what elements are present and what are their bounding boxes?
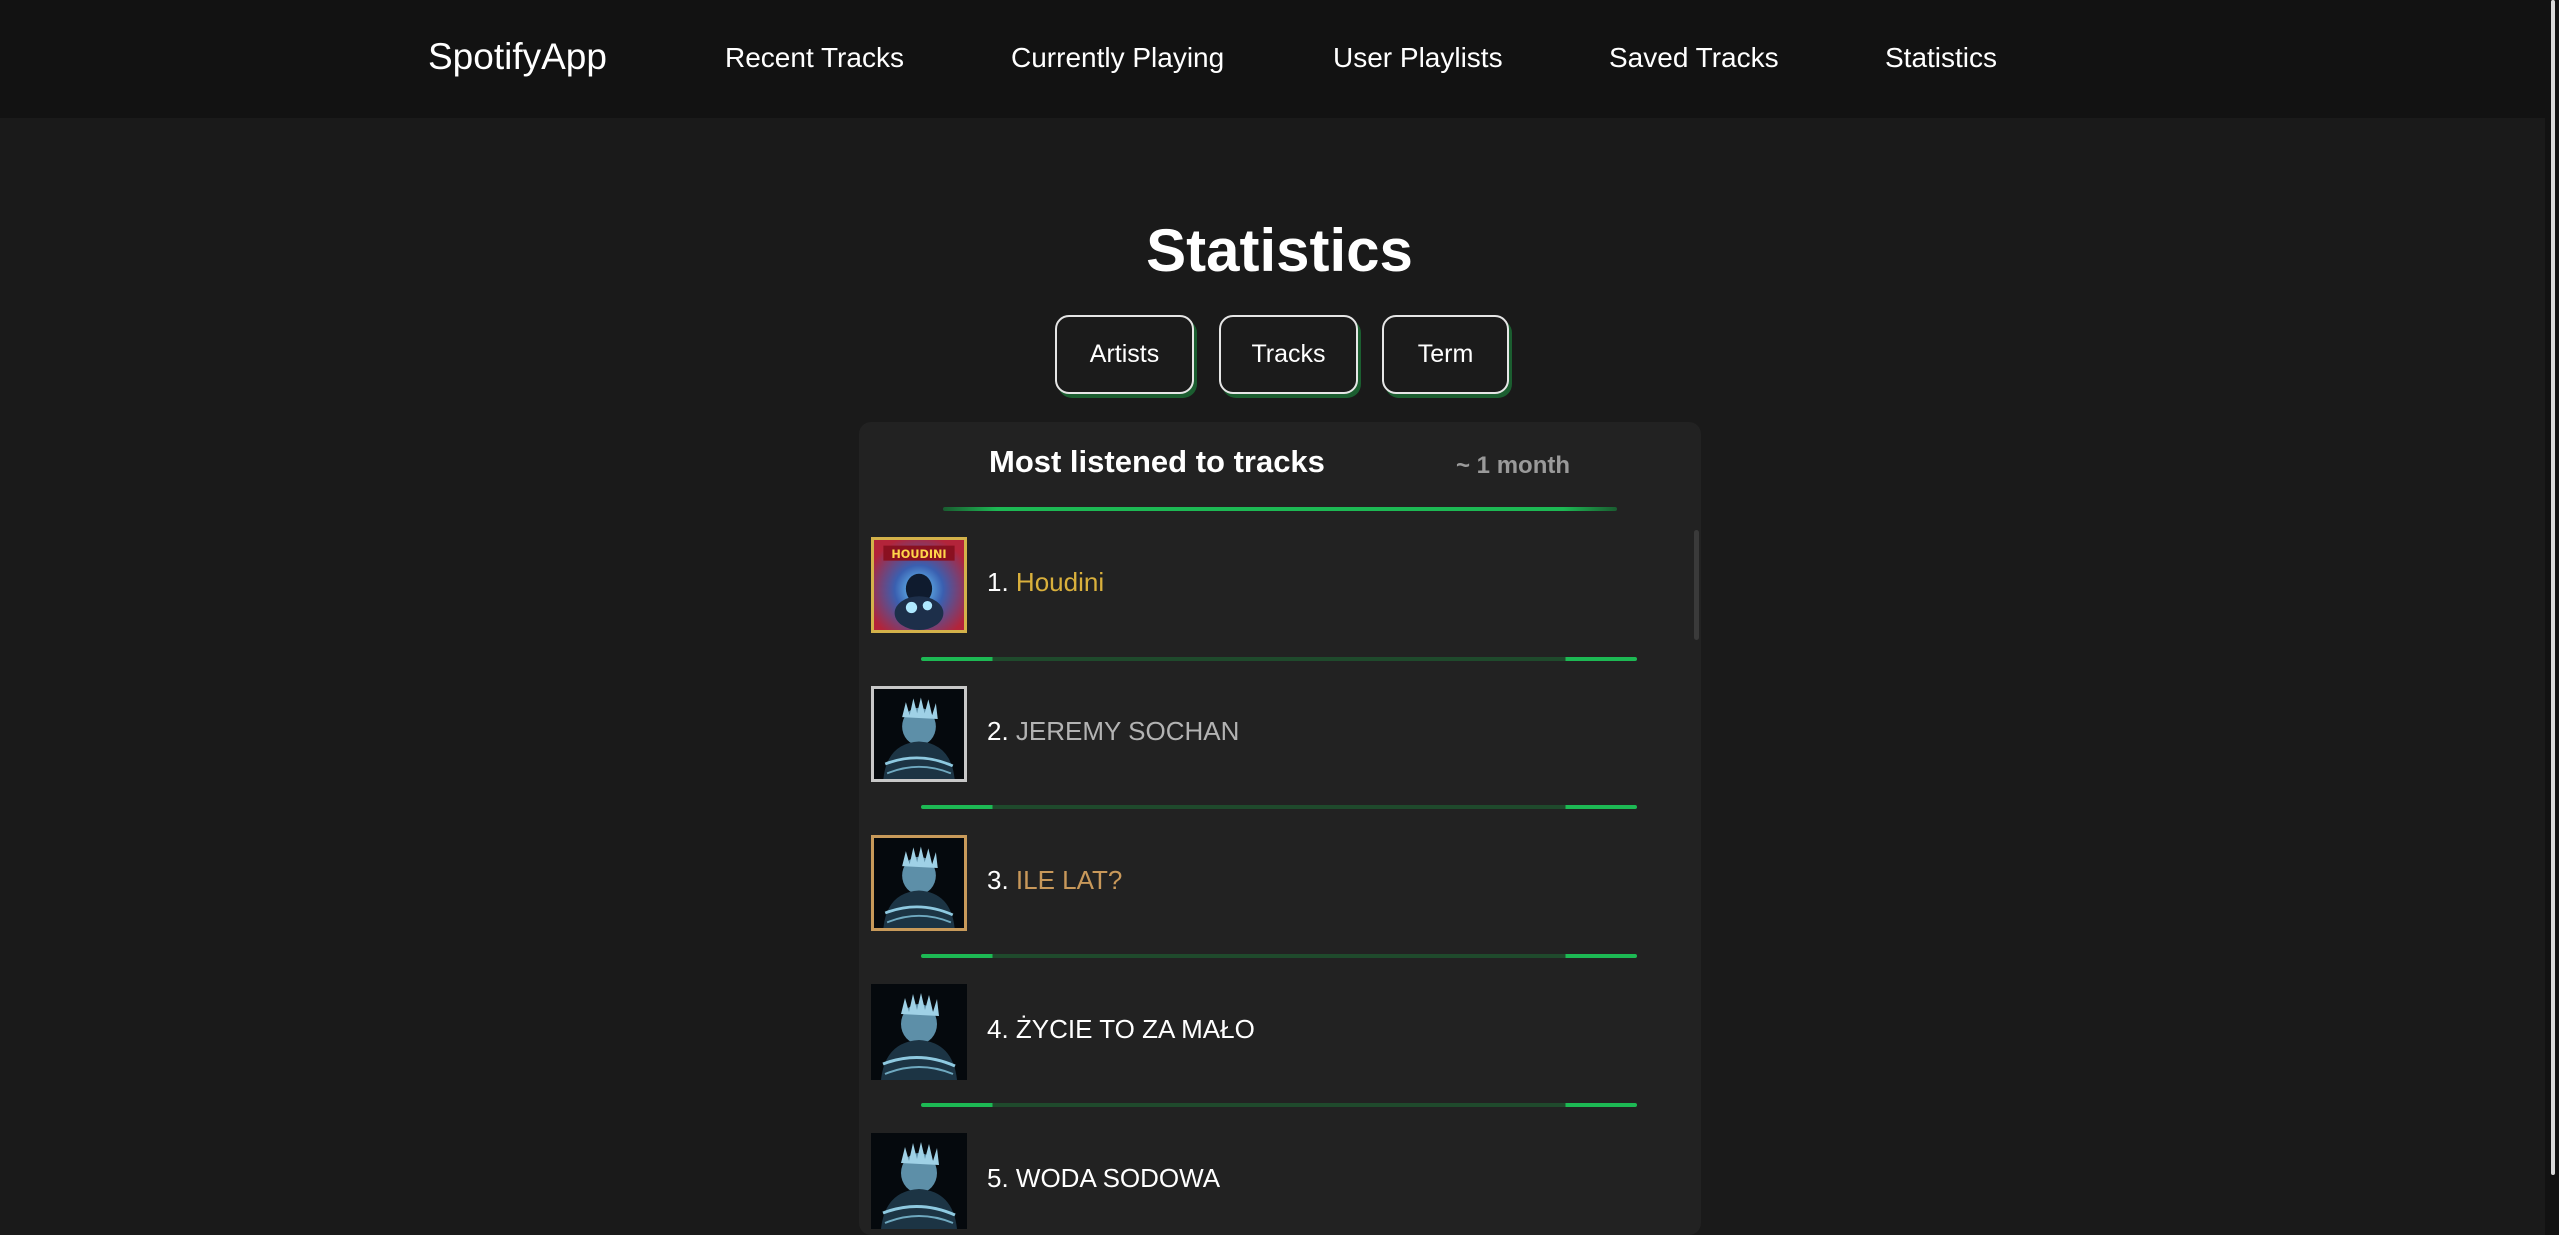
track-name[interactable]: JEREMY SOCHAN bbox=[1016, 716, 1239, 746]
album-cover bbox=[871, 984, 967, 1080]
album-cover: HOUDINI bbox=[871, 537, 967, 633]
page-title: Statistics bbox=[1146, 217, 1413, 284]
list-scrollbar[interactable] bbox=[1694, 530, 1699, 640]
album-cover bbox=[871, 686, 967, 782]
stats-panel: Most listened to tracks ~ 1 month HOUDIN… bbox=[859, 422, 1701, 1235]
track-title: 2. JEREMY SOCHAN bbox=[987, 716, 1239, 747]
track-divider bbox=[921, 805, 1637, 809]
track-title: 1. Houdini bbox=[987, 567, 1104, 598]
svg-text:HOUDINI: HOUDINI bbox=[891, 548, 946, 561]
track-row[interactable]: 3. ILE LAT? bbox=[871, 835, 1671, 933]
top-navbar: SpotifyApp Recent Tracks Currently Playi… bbox=[0, 0, 2545, 118]
track-name[interactable]: WODA SODOWA bbox=[1016, 1163, 1220, 1193]
track-divider bbox=[921, 1103, 1637, 1107]
track-name[interactable]: ŻYCIE TO ZA MAŁO bbox=[1016, 1014, 1255, 1044]
track-rank: 4. bbox=[987, 1014, 1009, 1044]
track-title: 5. WODA SODOWA bbox=[987, 1163, 1220, 1194]
nav-user-playlists[interactable]: User Playlists bbox=[1333, 42, 1503, 74]
nav-recent-tracks[interactable]: Recent Tracks bbox=[725, 42, 904, 74]
album-art-figure bbox=[871, 1133, 967, 1229]
track-rank: 3. bbox=[987, 865, 1009, 895]
nav-statistics[interactable]: Statistics bbox=[1885, 42, 1997, 74]
track-title: 4. ŻYCIE TO ZA MAŁO bbox=[987, 1014, 1255, 1045]
track-row[interactable]: 4. ŻYCIE TO ZA MAŁO bbox=[871, 984, 1671, 1082]
tracks-button[interactable]: Tracks bbox=[1219, 315, 1358, 394]
page-scrollbar-thumb[interactable] bbox=[2551, 0, 2555, 1175]
track-rank: 2. bbox=[987, 716, 1009, 746]
artists-button[interactable]: Artists bbox=[1055, 315, 1194, 394]
heading-underline bbox=[943, 507, 1617, 511]
track-row[interactable]: 5. WODA SODOWA bbox=[871, 1133, 1671, 1231]
panel-heading: Most listened to tracks bbox=[989, 444, 1325, 479]
brand-logo[interactable]: SpotifyApp bbox=[428, 36, 607, 78]
track-name[interactable]: Houdini bbox=[1016, 567, 1104, 597]
track-row[interactable]: HOUDINI 1. Houdini bbox=[871, 537, 1671, 635]
album-art-figure bbox=[874, 838, 964, 928]
track-row[interactable]: 2. JEREMY SOCHAN bbox=[871, 686, 1671, 784]
track-rank: 5. bbox=[987, 1163, 1009, 1193]
album-art-figure bbox=[874, 689, 964, 779]
track-divider bbox=[921, 657, 1637, 661]
album-art-figure bbox=[871, 984, 967, 1080]
houdini-cover-art: HOUDINI bbox=[874, 540, 964, 630]
album-cover bbox=[871, 835, 967, 931]
track-rank: 1. bbox=[987, 567, 1009, 597]
album-cover bbox=[871, 1133, 967, 1229]
term-button[interactable]: Term bbox=[1382, 315, 1509, 394]
nav-saved-tracks[interactable]: Saved Tracks bbox=[1609, 42, 1779, 74]
track-divider bbox=[921, 954, 1637, 958]
nav-currently-playing[interactable]: Currently Playing bbox=[1011, 42, 1224, 74]
track-title: 3. ILE LAT? bbox=[987, 865, 1122, 896]
term-indicator: ~ 1 month bbox=[1456, 452, 1571, 479]
track-name[interactable]: ILE LAT? bbox=[1016, 865, 1122, 895]
